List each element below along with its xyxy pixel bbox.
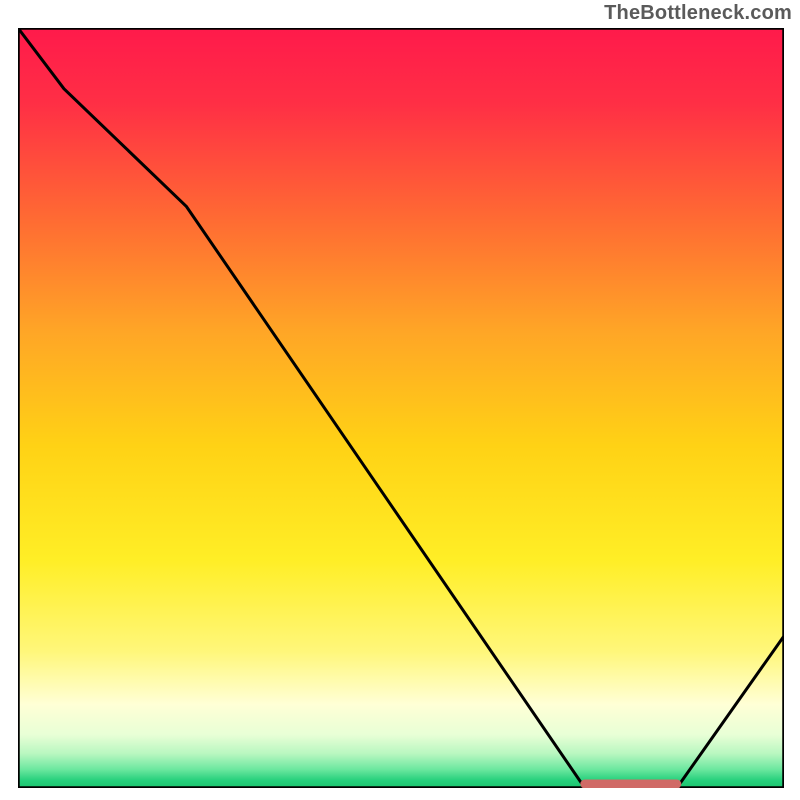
gradient-background <box>18 28 784 788</box>
chart-svg <box>18 28 784 788</box>
chart-plot-area <box>18 28 784 788</box>
watermark-text: TheBottleneck.com <box>604 2 792 25</box>
